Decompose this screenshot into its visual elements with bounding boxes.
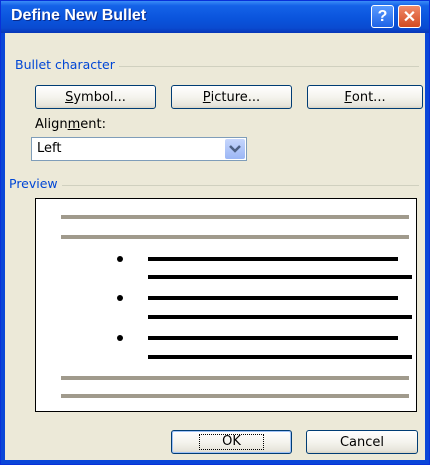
symbol-button[interactable]: Symbol... xyxy=(35,85,156,109)
font-button[interactable]: Font... xyxy=(307,85,423,109)
bullet-preview-panel xyxy=(35,198,417,412)
alignment-value: Left xyxy=(37,141,62,156)
preview-line-before-1 xyxy=(61,215,409,219)
cancel-button[interactable]: Cancel xyxy=(306,430,418,454)
ok-button[interactable]: OK xyxy=(171,430,292,454)
alignment-label-mnemonic: m xyxy=(67,117,81,132)
symbol-button-label-post: ymbol... xyxy=(73,89,126,105)
dialog-body: Bullet character Symbol... Picture... Fo… xyxy=(5,33,425,460)
dropdown-arrow-button[interactable] xyxy=(225,139,245,159)
preview-line-before-2 xyxy=(61,235,409,239)
close-button[interactable]: ✕ xyxy=(398,5,421,28)
symbol-button-mnemonic: S xyxy=(65,89,74,105)
bullet-character-group-label: Bullet character xyxy=(15,57,119,72)
chevron-down-icon xyxy=(229,145,241,153)
preview-bullet-2 xyxy=(117,295,123,301)
picture-button-mnemonic: P xyxy=(202,89,211,105)
preview-line-after-1 xyxy=(61,376,409,380)
preview-group-label: Preview xyxy=(9,176,62,191)
ok-button-label: OK xyxy=(199,434,264,450)
cancel-button-label: Cancel xyxy=(339,434,385,450)
picture-button-label-post: icture... xyxy=(210,89,261,105)
preview-bullet-3 xyxy=(117,335,123,341)
close-icon: ✕ xyxy=(402,8,417,26)
preview-separator xyxy=(17,185,419,186)
help-icon: ? xyxy=(377,7,388,25)
preview-line-after-2 xyxy=(61,394,409,398)
preview-text-line-1b xyxy=(148,275,412,279)
font-button-mnemonic: F xyxy=(344,89,352,105)
preview-text-line-3b xyxy=(148,355,412,359)
help-button[interactable]: ? xyxy=(371,5,394,28)
picture-button[interactable]: Picture... xyxy=(171,85,292,109)
title-bar[interactable]: Define New Bullet ? ✕ xyxy=(1,1,429,33)
preview-text-line-2b xyxy=(148,315,412,319)
preview-text-line-3a xyxy=(148,336,398,340)
alignment-dropdown[interactable]: Left xyxy=(31,137,247,161)
preview-bullet-1 xyxy=(117,256,123,262)
define-new-bullet-dialog: Define New Bullet ? ✕ Bullet character S… xyxy=(0,0,430,465)
dialog-title: Define New Bullet xyxy=(11,7,147,24)
preview-text-line-2a xyxy=(148,296,398,300)
preview-text-line-1a xyxy=(148,257,398,261)
alignment-label-pre: Align xyxy=(35,117,68,132)
alignment-label-post: ent: xyxy=(80,117,106,132)
font-button-label-post: ont... xyxy=(351,89,386,105)
alignment-label: Alignment: xyxy=(35,117,106,132)
